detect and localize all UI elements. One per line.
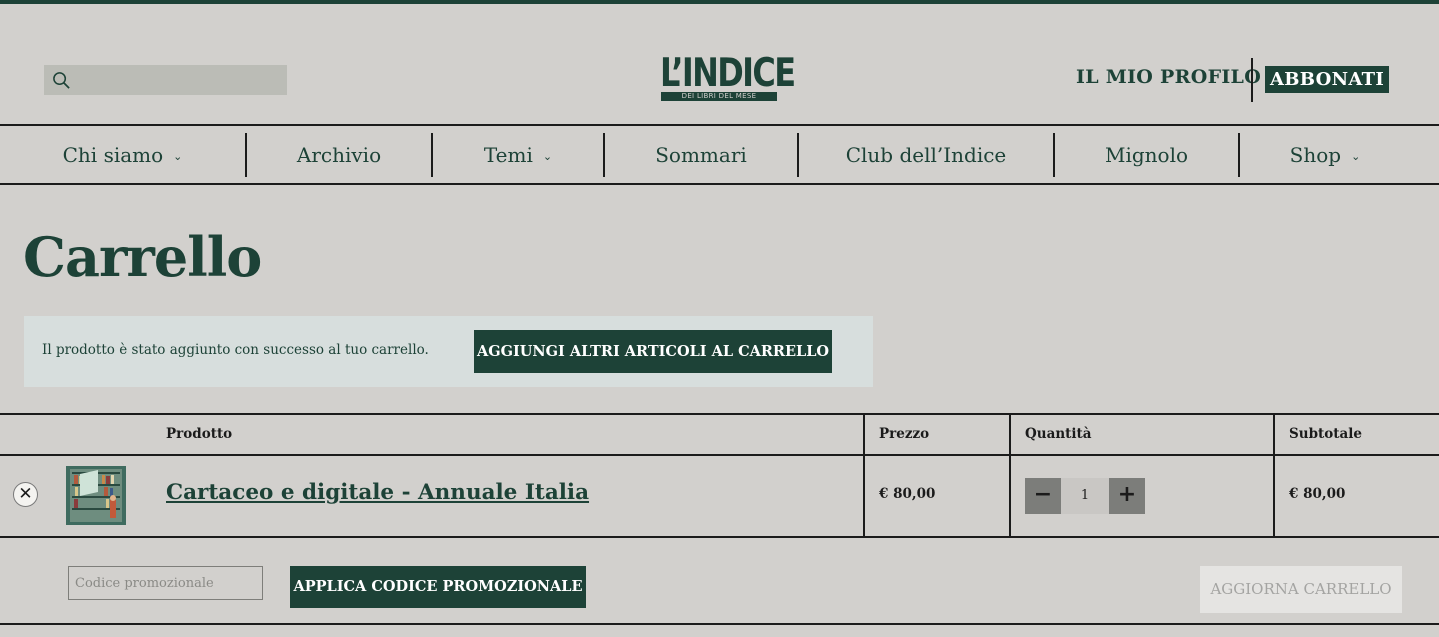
nav-item-label: Club dell’Indice: [845, 142, 1007, 167]
nav-item-label: Chi siamo: [62, 142, 164, 167]
continue-shopping-button[interactable]: AGGIUNGI ALTRI ARTICOLI AL CARRELLO: [474, 330, 832, 373]
search-icon: [53, 71, 70, 89]
header-divider: [1251, 58, 1253, 102]
cart-table: Prodotto Prezzo Quantità Subtotale ✕ Car…: [0, 413, 1439, 538]
column-header-price: Prezzo: [879, 426, 930, 442]
main-navigation: Chi siamo ⌄ Archivio Temi ⌄ Sommari Club…: [0, 124, 1439, 185]
table-border: [0, 454, 1439, 456]
coupon-code-input[interactable]: [68, 566, 263, 600]
table-border: [0, 413, 1439, 415]
search-box[interactable]: [44, 65, 287, 95]
nav-item-chi-siamo[interactable]: Chi siamo ⌄: [0, 126, 245, 183]
column-header-subtotal: Subtotale: [1289, 426, 1362, 442]
my-profile-link[interactable]: IL MIO PROFILO: [1076, 66, 1261, 88]
nav-item-shop[interactable]: Shop ⌄: [1240, 126, 1410, 183]
column-divider: [863, 413, 865, 538]
quantity-increase-button[interactable]: +: [1109, 478, 1145, 514]
nav-item-archivio[interactable]: Archivio: [247, 126, 431, 183]
nav-item-label: Mignolo: [1104, 142, 1189, 167]
top-accent-bar: [0, 0, 1439, 4]
chevron-down-icon: ⌄: [542, 150, 553, 163]
chevron-down-icon: ⌄: [173, 150, 183, 163]
quantity-decrease-button[interactable]: −: [1025, 478, 1061, 514]
quantity-input[interactable]: 1: [1061, 478, 1109, 514]
apply-coupon-button[interactable]: APPLICA CODICE PROMOZIONALE: [290, 566, 586, 608]
nav-item-sommari[interactable]: Sommari: [605, 126, 797, 183]
nav-item-label: Temi: [483, 142, 533, 167]
site-logo[interactable]: L’INDICE DEI LIBRI DEL MESE: [647, 51, 796, 103]
product-thumbnail[interactable]: [66, 466, 126, 525]
nav-item-mignolo[interactable]: Mignolo: [1055, 126, 1238, 183]
nav-item-label: Archivio: [296, 142, 382, 167]
product-image-icon: [66, 466, 126, 525]
table-border: [0, 536, 1439, 538]
nav-item-temi[interactable]: Temi ⌄: [433, 126, 603, 183]
nav-item-label: Sommari: [655, 142, 747, 167]
column-divider: [1273, 413, 1275, 538]
nav-item-club[interactable]: Club dell’Indice: [799, 126, 1053, 183]
column-header-quantity: Quantità: [1025, 426, 1092, 442]
cart-notice: Il prodotto è stato aggiunto con success…: [24, 316, 873, 387]
logo-wordmark: L’INDICE: [659, 51, 796, 96]
column-divider: [1009, 413, 1011, 538]
table-footer-border: [0, 623, 1439, 625]
chevron-down-icon: ⌄: [1351, 150, 1361, 163]
page-title: Carrello: [23, 225, 262, 289]
remove-item-button[interactable]: ✕: [13, 482, 38, 507]
item-price: € 80,00: [879, 486, 936, 502]
search-input[interactable]: [77, 67, 277, 93]
subscribe-button[interactable]: ABBONATI: [1265, 66, 1390, 93]
nav-item-label: Shop: [1289, 142, 1342, 167]
update-cart-button[interactable]: AGGIORNA CARRELLO: [1200, 566, 1402, 613]
product-name-link[interactable]: Cartaceo e digitale - Annuale Italia: [166, 480, 589, 505]
column-header-product: Prodotto: [166, 426, 233, 442]
item-subtotal: € 80,00: [1289, 486, 1346, 502]
notice-message: Il prodotto è stato aggiunto con success…: [42, 342, 429, 358]
